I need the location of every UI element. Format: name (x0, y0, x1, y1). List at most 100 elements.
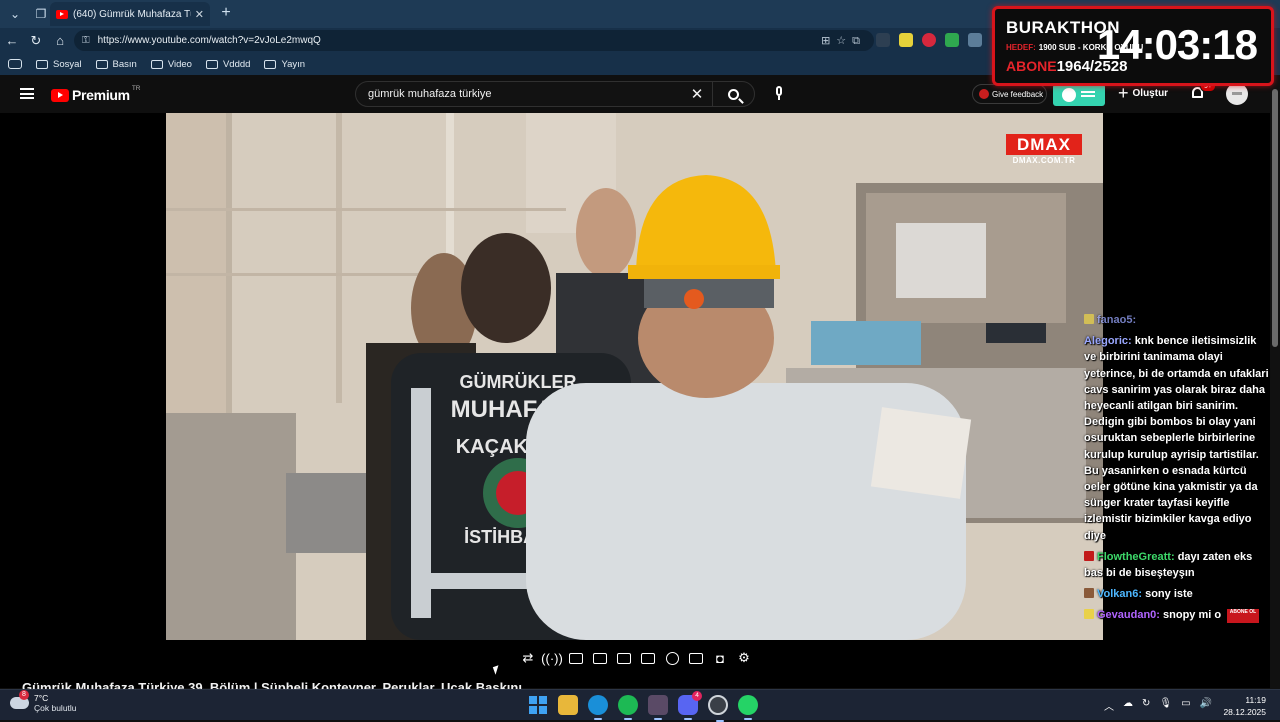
video-title: Gümrük Muhafaza Türkiye 39. Bölüm | Şüph… (22, 680, 522, 689)
chat-text: snopy mi o (1163, 609, 1222, 622)
bookmark-folder-basin[interactable]: Basın (95, 59, 137, 70)
clock-time: 11:19 (1245, 695, 1266, 705)
discord-icon[interactable]: 4 (678, 691, 702, 720)
bookmark-label: Yayın (281, 58, 306, 70)
youtube-premium-logo[interactable]: Premium TR (51, 85, 140, 103)
windows-start-icon[interactable] (528, 695, 548, 715)
streamlabs-icon[interactable] (648, 695, 668, 720)
dmax-watermark: DMAX DMAX.COM.TR (1006, 134, 1082, 166)
extension-icon[interactable] (899, 33, 913, 47)
weather-description: Çok bulutlu (34, 703, 77, 713)
chat-username: FlowtheGreatt: (1097, 550, 1175, 563)
sync-icon[interactable]: ↻ (1142, 698, 1150, 713)
youtube-favicon-icon (56, 9, 68, 19)
site-info-icon[interactable]: ⚿ (82, 35, 90, 46)
folder-icon (205, 59, 218, 69)
file-explorer-icon[interactable] (558, 695, 578, 715)
chat-username: Gevaudan0: (1097, 609, 1160, 622)
extension-icon[interactable] (945, 33, 959, 47)
volume-icon[interactable]: 🔊 (1200, 698, 1212, 713)
new-tab-button[interactable]: + (216, 4, 236, 22)
bookmark-folder-yayin[interactable]: Yayın (264, 59, 305, 70)
folder-icon (36, 59, 48, 69)
create-button[interactable]: + Oluştur (1118, 83, 1169, 103)
screenshot-camera-icon[interactable]: ◘ (711, 650, 729, 666)
chat-text: sony iste (1145, 588, 1193, 601)
url-field[interactable]: ⚿ https://www.youtube.com/watch?v=2vJoLe… (74, 30, 874, 51)
youtube-logo-icon (51, 88, 69, 102)
folder-icon (95, 59, 108, 69)
clock-date: 28.12.2025 (1223, 707, 1266, 717)
search-input[interactable]: gümrük muhafaza türkiye (356, 88, 682, 100)
bookmark-folder-vdddd[interactable]: Vdddd (205, 59, 250, 70)
video-player[interactable]: GÜMRÜKLER MUHAFAZA KAÇAKÇILIK İSTİHBARAT… (0, 113, 1270, 688)
extension-icon[interactable] (968, 33, 982, 47)
feedback-label: Give feedback (992, 89, 1044, 99)
chat-message: Alegoric: knk bence iletisimsizlik ve bi… (1084, 333, 1270, 544)
browser-tab-youtube[interactable]: (640) Gümrük Muhafaza Türkiye 39 ✕ (50, 2, 210, 26)
chat-message: Volkan6: sony iste (1084, 586, 1270, 602)
chat-badge-icon (1084, 550, 1094, 561)
taskbar-clock[interactable]: 11:19 28.12.2025 (1223, 694, 1266, 718)
extension-icon[interactable] (876, 33, 890, 47)
tab-close-icon[interactable]: ✕ (195, 8, 204, 21)
add-frame-icon[interactable] (687, 650, 705, 666)
search-button[interactable] (712, 82, 754, 106)
home-icon[interactable]: ⌂ (48, 33, 72, 48)
system-tray: ︿ ☁ ↻ 🎙 ▭ 🔊 (1104, 698, 1212, 713)
folder-icon (264, 59, 277, 69)
weather-widget[interactable]: 8 7°C Çok bulutlu (10, 690, 77, 713)
spotify-icon[interactable] (618, 695, 638, 720)
extension-icon[interactable] (922, 33, 936, 47)
video-scene: GÜMRÜKLER MUHAFAZA KAÇAKÇILIK İSTİHBARAT (166, 113, 1103, 640)
bookmark-folder-sosyal[interactable]: Sosyal (36, 59, 82, 70)
theater-mode-icon[interactable] (639, 650, 657, 666)
bookmark-folder-video[interactable]: Video (150, 59, 192, 70)
chat-username: Volkan6: (1097, 588, 1143, 601)
microphone-icon[interactable]: 🎙 (1159, 698, 1172, 713)
subscriber-label: ABONE (1006, 58, 1057, 74)
tab-actions-chevron-icon[interactable]: ⌄ (4, 3, 26, 25)
picture-in-picture-icon[interactable] (615, 650, 633, 666)
abone-ol-badge: ABONE OL (1227, 609, 1259, 623)
vest-text-line1: GÜMRÜKLER (460, 372, 577, 392)
search-box[interactable]: gümrük muhafaza türkiye ✕ (355, 81, 755, 107)
speed-gauge-icon[interactable] (663, 650, 681, 666)
menu-icon[interactable] (20, 88, 34, 99)
account-avatar[interactable] (1226, 83, 1248, 105)
obs-icon[interactable] (708, 695, 728, 722)
scrollbar-thumb[interactable] (1272, 89, 1278, 347)
chat-badge-icon (1084, 314, 1094, 324)
network-icon[interactable]: ▭ (1181, 698, 1190, 713)
whatsapp-icon[interactable] (738, 695, 758, 720)
cloud-icon: 8 (10, 690, 29, 709)
broadcast-icon[interactable]: ((·)) (541, 650, 563, 666)
logo-text: Premium (72, 87, 130, 103)
workspaces-icon[interactable]: ❐ (30, 3, 52, 25)
chat-username: fanao5: (1097, 314, 1137, 326)
clear-search-icon[interactable]: ✕ (682, 85, 712, 103)
address-actions-icons[interactable]: ⊞☆⧉ (821, 34, 866, 48)
plus-icon: + (1118, 83, 1129, 103)
chat-message: fanao5: (1084, 312, 1270, 328)
player-controls: ⇄ ((·)) ◘ ⚙ (0, 640, 1270, 676)
refresh-icon[interactable]: ↻ (24, 33, 48, 49)
extension-toggle-button[interactable] (1053, 84, 1105, 106)
back-arrow-icon[interactable]: ← (0, 33, 24, 48)
page-scrollbar[interactable] (1270, 75, 1280, 689)
give-feedback-button[interactable]: Give feedback (972, 84, 1047, 104)
settings-gear-icon[interactable]: ⚙ (735, 650, 753, 666)
create-label: Oluştur (1132, 87, 1169, 99)
tray-app-icon[interactable]: ☁ (1123, 698, 1133, 713)
chat-username: Alegoric: (1084, 335, 1132, 348)
bookmark-reader-icon[interactable] (8, 59, 22, 69)
edge-browser-icon[interactable] (588, 695, 608, 720)
voice-search-mic-icon[interactable] (772, 86, 786, 102)
watch-later-icon[interactable] (567, 650, 585, 666)
loop-icon[interactable]: ⇄ (519, 650, 537, 666)
clapper-icon[interactable] (591, 650, 609, 666)
video-frame[interactable]: GÜMRÜKLER MUHAFAZA KAÇAKÇILIK İSTİHBARAT (166, 113, 1103, 640)
notifications-bell-icon[interactable]: 9+ (1191, 81, 1216, 101)
chevron-up-icon[interactable]: ︿ (1104, 698, 1114, 713)
url-text: https://www.youtube.com/watch?v=2vJoLe2m… (97, 35, 321, 46)
